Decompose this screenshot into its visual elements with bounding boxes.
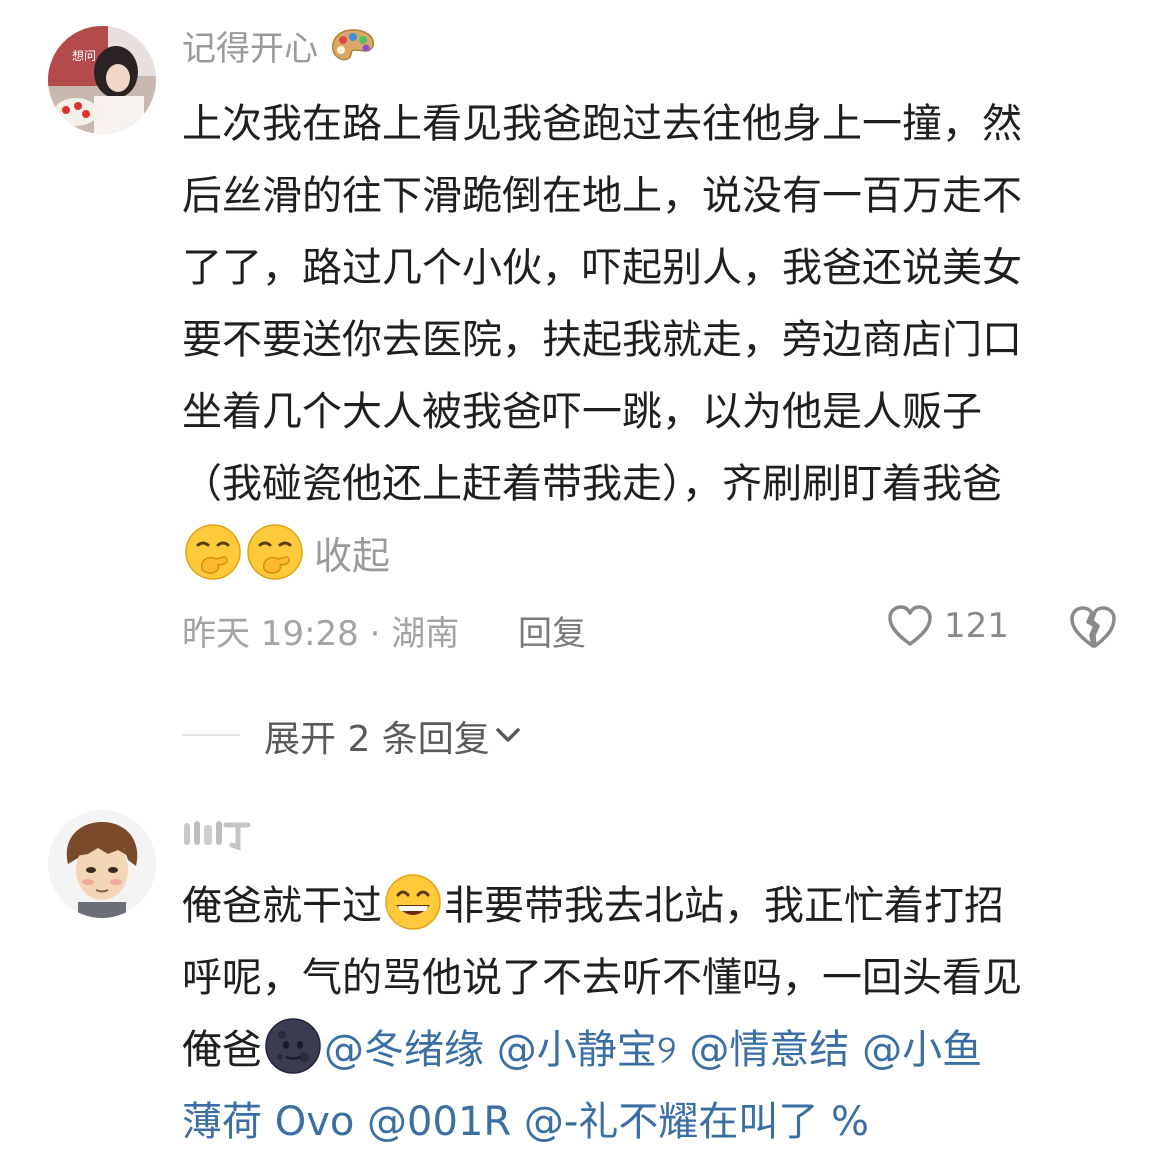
comment-body: 俺爸就干过 非要带我去北站，我正忙着打招 呼呢，气的骂他说了不去听不懂吗，一回头… bbox=[182, 870, 1112, 1158]
hand-over-mouth-face-icon bbox=[184, 523, 242, 581]
comment-line: （我碰瓷他还上赶着带我走），齐刷刷盯着我爸 bbox=[182, 461, 1002, 507]
grinning-face-icon bbox=[384, 873, 442, 931]
comment-line: 俺爸 @冬绪缘 @小静宝୨ @情意结 @小鱼 bbox=[182, 1014, 1112, 1086]
chevron-down-icon bbox=[492, 718, 524, 750]
collapse-button[interactable]: 收起 bbox=[314, 534, 390, 578]
like-count: 121 bbox=[944, 606, 1009, 646]
heart-icon[interactable] bbox=[886, 602, 934, 650]
expand-replies-label[interactable]: 展开 2 条回复 bbox=[264, 710, 490, 762]
avatar[interactable] bbox=[48, 810, 156, 918]
comment-line: 后丝滑的往下滑跪倒在地上，说没有一百万走不 bbox=[182, 173, 1022, 219]
comment-line: 上次我在路上看见我爸跑过去往他身上一撞，然 bbox=[182, 101, 1022, 147]
broken-heart-icon[interactable] bbox=[1068, 602, 1118, 652]
palette-icon bbox=[329, 26, 377, 66]
comment-line-end: 收起 bbox=[182, 520, 1112, 592]
expand-replies[interactable]: 展开 2 条回复 bbox=[182, 706, 682, 762]
comment-body: 上次我在路上看见我爸跑过去往他身上一撞，然 后丝滑的往下滑跪倒在地上，说没有一百… bbox=[182, 88, 1112, 592]
hand-over-mouth-face-icon bbox=[246, 523, 304, 581]
reply-button[interactable]: 回复 bbox=[518, 606, 586, 655]
timestamp-location: 昨天 19:28 · 湖南 bbox=[182, 614, 460, 654]
new-moon-face-icon bbox=[264, 1017, 322, 1075]
svg-text:想问: 想问 bbox=[72, 48, 96, 63]
username-obscured bbox=[182, 815, 252, 851]
divider bbox=[182, 734, 240, 736]
username[interactable] bbox=[182, 814, 252, 858]
mentions[interactable]: 薄荷 Ovo @001R @-礼不耀在叫了 % bbox=[182, 1086, 1112, 1158]
comment-line: 呼呢，气的骂他说了不去听不懂吗，一回头看见 bbox=[182, 955, 1022, 1001]
comment-line: 坐着几个大人被我爸吓一跳，以为他是人贩子 bbox=[182, 389, 982, 435]
avatar[interactable]: 想问 bbox=[48, 26, 156, 134]
comment-line: 要不要送你去医院，扶起我就走，旁边商店门口 bbox=[182, 317, 1022, 363]
mentions[interactable]: @冬绪缘 @小静宝୨ @情意结 @小鱼 bbox=[324, 1027, 982, 1073]
comment-meta: 昨天 19:28 · 湖南 回复 121 bbox=[182, 600, 1122, 656]
comment-line: 了了，路过几个小伙，吓起别人，我爸还说美女 bbox=[182, 245, 1022, 291]
username[interactable]: 记得开心 bbox=[182, 26, 377, 71]
comment-line: 俺爸就干过 非要带我去北站，我正忙着打招 bbox=[182, 870, 1112, 942]
